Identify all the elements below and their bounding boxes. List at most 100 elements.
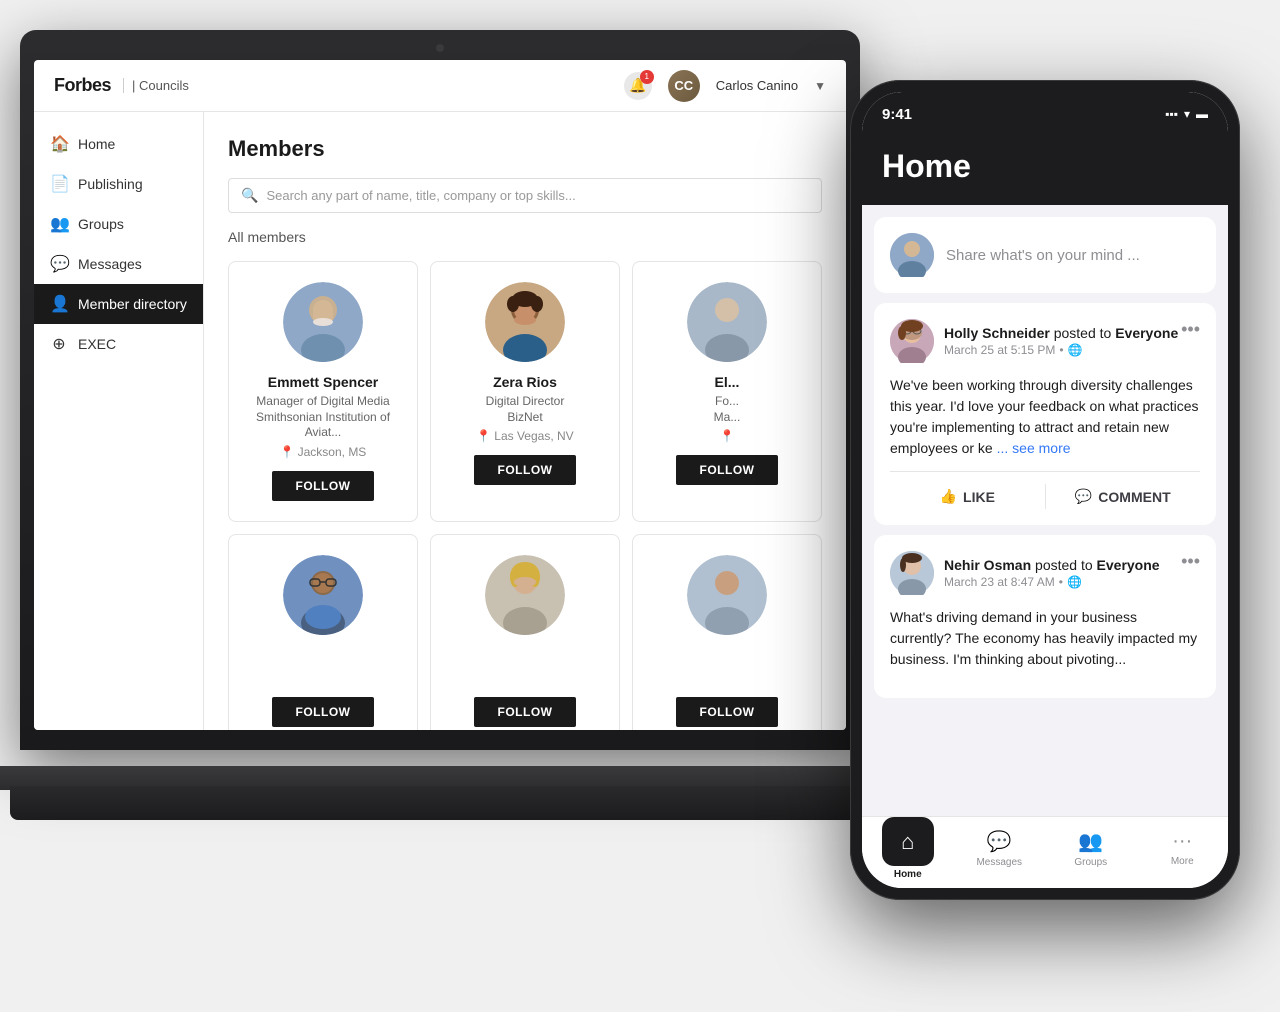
phone-status-bar: 9:41 ▪▪▪ ▾ ▬ — [862, 92, 1228, 136]
post-actions-holly: 👍 LIKE 💬 COMMENT — [890, 471, 1200, 509]
notification-button[interactable]: 🔔 1 — [624, 72, 652, 100]
laptop-foot — [10, 786, 870, 820]
member-location-zera: 📍 Las Vegas, NV — [476, 429, 573, 443]
member-location-3: 📍 — [720, 429, 735, 443]
location-pin-icon-2: 📍 — [476, 429, 491, 443]
main-content: Members 🔍 Search any part of name, title… — [204, 112, 846, 730]
search-bar[interactable]: 🔍 Search any part of name, title, compan… — [228, 178, 822, 213]
comment-icon: 💬 — [1075, 488, 1092, 505]
member-title-emmett: Manager of Digital MediaSmithsonian Inst… — [245, 394, 401, 441]
phone-screen: 9:41 ▪▪▪ ▾ ▬ Home — [862, 92, 1228, 888]
post-options-button-nehir[interactable]: ••• — [1181, 551, 1200, 572]
sidebar-item-home[interactable]: 🏠 Home — [34, 124, 203, 164]
sidebar-label-messages: Messages — [78, 256, 142, 272]
follow-button-zera[interactable]: FOLLOW — [474, 455, 577, 485]
tab-item-more[interactable]: ··· More — [1137, 817, 1229, 880]
post-user-info-nehir: Nehir Osman posted to Everyone March 23 … — [890, 551, 1160, 595]
post-user-name-nehir: Nehir Osman posted to Everyone — [944, 557, 1160, 573]
phone-home-title: Home — [882, 148, 1208, 185]
post-card-holly: Holly Schneider posted to Everyone March… — [874, 303, 1216, 525]
signal-icon: ▪▪▪ — [1165, 107, 1178, 121]
member-avatar-6 — [687, 555, 767, 635]
post-user-details-nehir: Nehir Osman posted to Everyone March 23 … — [944, 557, 1160, 589]
member-card-3[interactable]: El... Fo...Ma... 📍 FOLLOW — [632, 261, 822, 522]
all-members-label: All members — [228, 229, 822, 245]
share-box[interactable]: Share what's on your mind ... — [874, 217, 1216, 293]
tab-item-groups[interactable]: 👥 Groups — [1045, 817, 1137, 880]
exec-icon: ⊕ — [50, 334, 68, 354]
tab-groups-label: Groups — [1074, 857, 1107, 868]
follow-button-5[interactable]: FOLLOW — [474, 697, 577, 727]
member-title-zera: Digital DirectorBizNet — [486, 394, 565, 425]
member-location-emmett: 📍 Jackson, MS — [280, 445, 367, 459]
sidebar-item-messages[interactable]: 💬 Messages — [34, 244, 203, 284]
member-name-zera: Zera Rios — [493, 374, 557, 390]
phone-content: Home — [862, 136, 1228, 888]
see-more-holly[interactable]: ... see more — [997, 440, 1071, 456]
tab-home-bg: ⌂ — [882, 817, 934, 866]
page-title: Members — [228, 136, 822, 162]
sidebar-item-publishing[interactable]: 📄 Publishing — [34, 164, 203, 204]
post-user-name-holly: Holly Schneider posted to Everyone — [944, 325, 1178, 341]
notification-badge: 1 — [640, 70, 654, 84]
location-pin-icon-3: 📍 — [720, 429, 735, 443]
member-card-5[interactable]: FOLLOW — [430, 534, 620, 730]
tab-more-label: More — [1171, 856, 1194, 867]
laptop: Forbes | Councils 🔔 1 CC Carlos Canino ▼ — [20, 30, 880, 850]
home-icon: 🏠 — [50, 134, 68, 154]
member-directory-icon: 👤 — [50, 294, 68, 314]
user-avatar[interactable]: CC — [668, 70, 700, 102]
sidebar-item-member-directory[interactable]: 👤 Member directory — [34, 284, 203, 324]
post-meta-nehir: March 23 at 8:47 AM • 🌐 — [944, 575, 1160, 589]
member-card-6[interactable]: FOLLOW — [632, 534, 822, 730]
tab-item-home[interactable]: ⌂ Home — [862, 817, 954, 880]
search-icon: 🔍 — [241, 187, 258, 204]
member-avatar-3 — [687, 282, 767, 362]
laptop-camera — [436, 44, 444, 52]
globe-icon-2: 🌐 — [1067, 575, 1082, 589]
follow-button-6[interactable]: FOLLOW — [676, 697, 779, 727]
post-user-info-holly: Holly Schneider posted to Everyone March… — [890, 319, 1178, 363]
sidebar-label-exec: EXEC — [78, 336, 116, 352]
laptop-main: 🏠 Home 📄 Publishing 👥 Groups 💬 — [34, 112, 846, 730]
sidebar-label-member-directory: Member directory — [78, 296, 187, 312]
post-avatar-holly — [890, 319, 934, 363]
post-user-details-holly: Holly Schneider posted to Everyone March… — [944, 325, 1178, 357]
posted-to-text: posted to — [1054, 325, 1116, 341]
post-options-button-holly[interactable]: ••• — [1181, 319, 1200, 340]
member-avatar-4 — [283, 555, 363, 635]
phone-status-icons: ▪▪▪ ▾ ▬ — [1165, 107, 1208, 121]
like-button-holly[interactable]: 👍 LIKE — [890, 484, 1045, 509]
phone-body: 9:41 ▪▪▪ ▾ ▬ Home — [850, 80, 1240, 900]
header-right: 🔔 1 CC Carlos Canino ▼ — [624, 70, 826, 102]
user-menu-chevron[interactable]: ▼ — [814, 79, 826, 93]
post-header-nehir: Nehir Osman posted to Everyone March 23 … — [890, 551, 1200, 595]
user-name: Carlos Canino — [716, 78, 798, 93]
forbes-logo: Forbes | Councils — [54, 75, 189, 96]
share-placeholder-text[interactable]: Share what's on your mind ... — [946, 247, 1140, 264]
member-card-4[interactable]: FOLLOW — [228, 534, 418, 730]
tab-item-messages[interactable]: 💬 Messages — [954, 817, 1046, 880]
follow-button-emmett[interactable]: FOLLOW — [272, 471, 375, 501]
member-card-zera[interactable]: Zera Rios Digital DirectorBizNet 📍 Las V… — [430, 261, 620, 522]
search-input[interactable]: Search any part of name, title, company … — [266, 188, 575, 203]
tab-groups-icon: 👥 — [1078, 829, 1103, 854]
sidebar-item-groups[interactable]: 👥 Groups — [34, 204, 203, 244]
posted-to-text-2: posted to — [1035, 557, 1097, 573]
globe-icon: 🌐 — [1068, 343, 1083, 357]
post-card-nehir: Nehir Osman posted to Everyone March 23 … — [874, 535, 1216, 698]
share-avatar — [890, 233, 934, 277]
laptop-header: Forbes | Councils 🔔 1 CC Carlos Canino ▼ — [34, 60, 846, 112]
member-card-emmett[interactable]: Emmett Spencer Manager of Digital MediaS… — [228, 261, 418, 522]
comment-button-holly[interactable]: 💬 COMMENT — [1046, 484, 1201, 509]
sidebar-item-exec[interactable]: ⊕ EXEC — [34, 324, 203, 364]
laptop-body: Forbes | Councils 🔔 1 CC Carlos Canino ▼ — [20, 30, 860, 750]
thumbs-up-icon: 👍 — [940, 488, 957, 505]
sidebar-label-groups: Groups — [78, 216, 124, 232]
follow-button-3[interactable]: FOLLOW — [676, 455, 779, 485]
tab-messages-label: Messages — [976, 857, 1022, 868]
scene: Forbes | Councils 🔔 1 CC Carlos Canino ▼ — [0, 0, 1280, 1012]
sidebar-label-publishing: Publishing — [78, 176, 143, 192]
councils-brand-text: | Councils — [123, 78, 189, 93]
follow-button-4[interactable]: FOLLOW — [272, 697, 375, 727]
